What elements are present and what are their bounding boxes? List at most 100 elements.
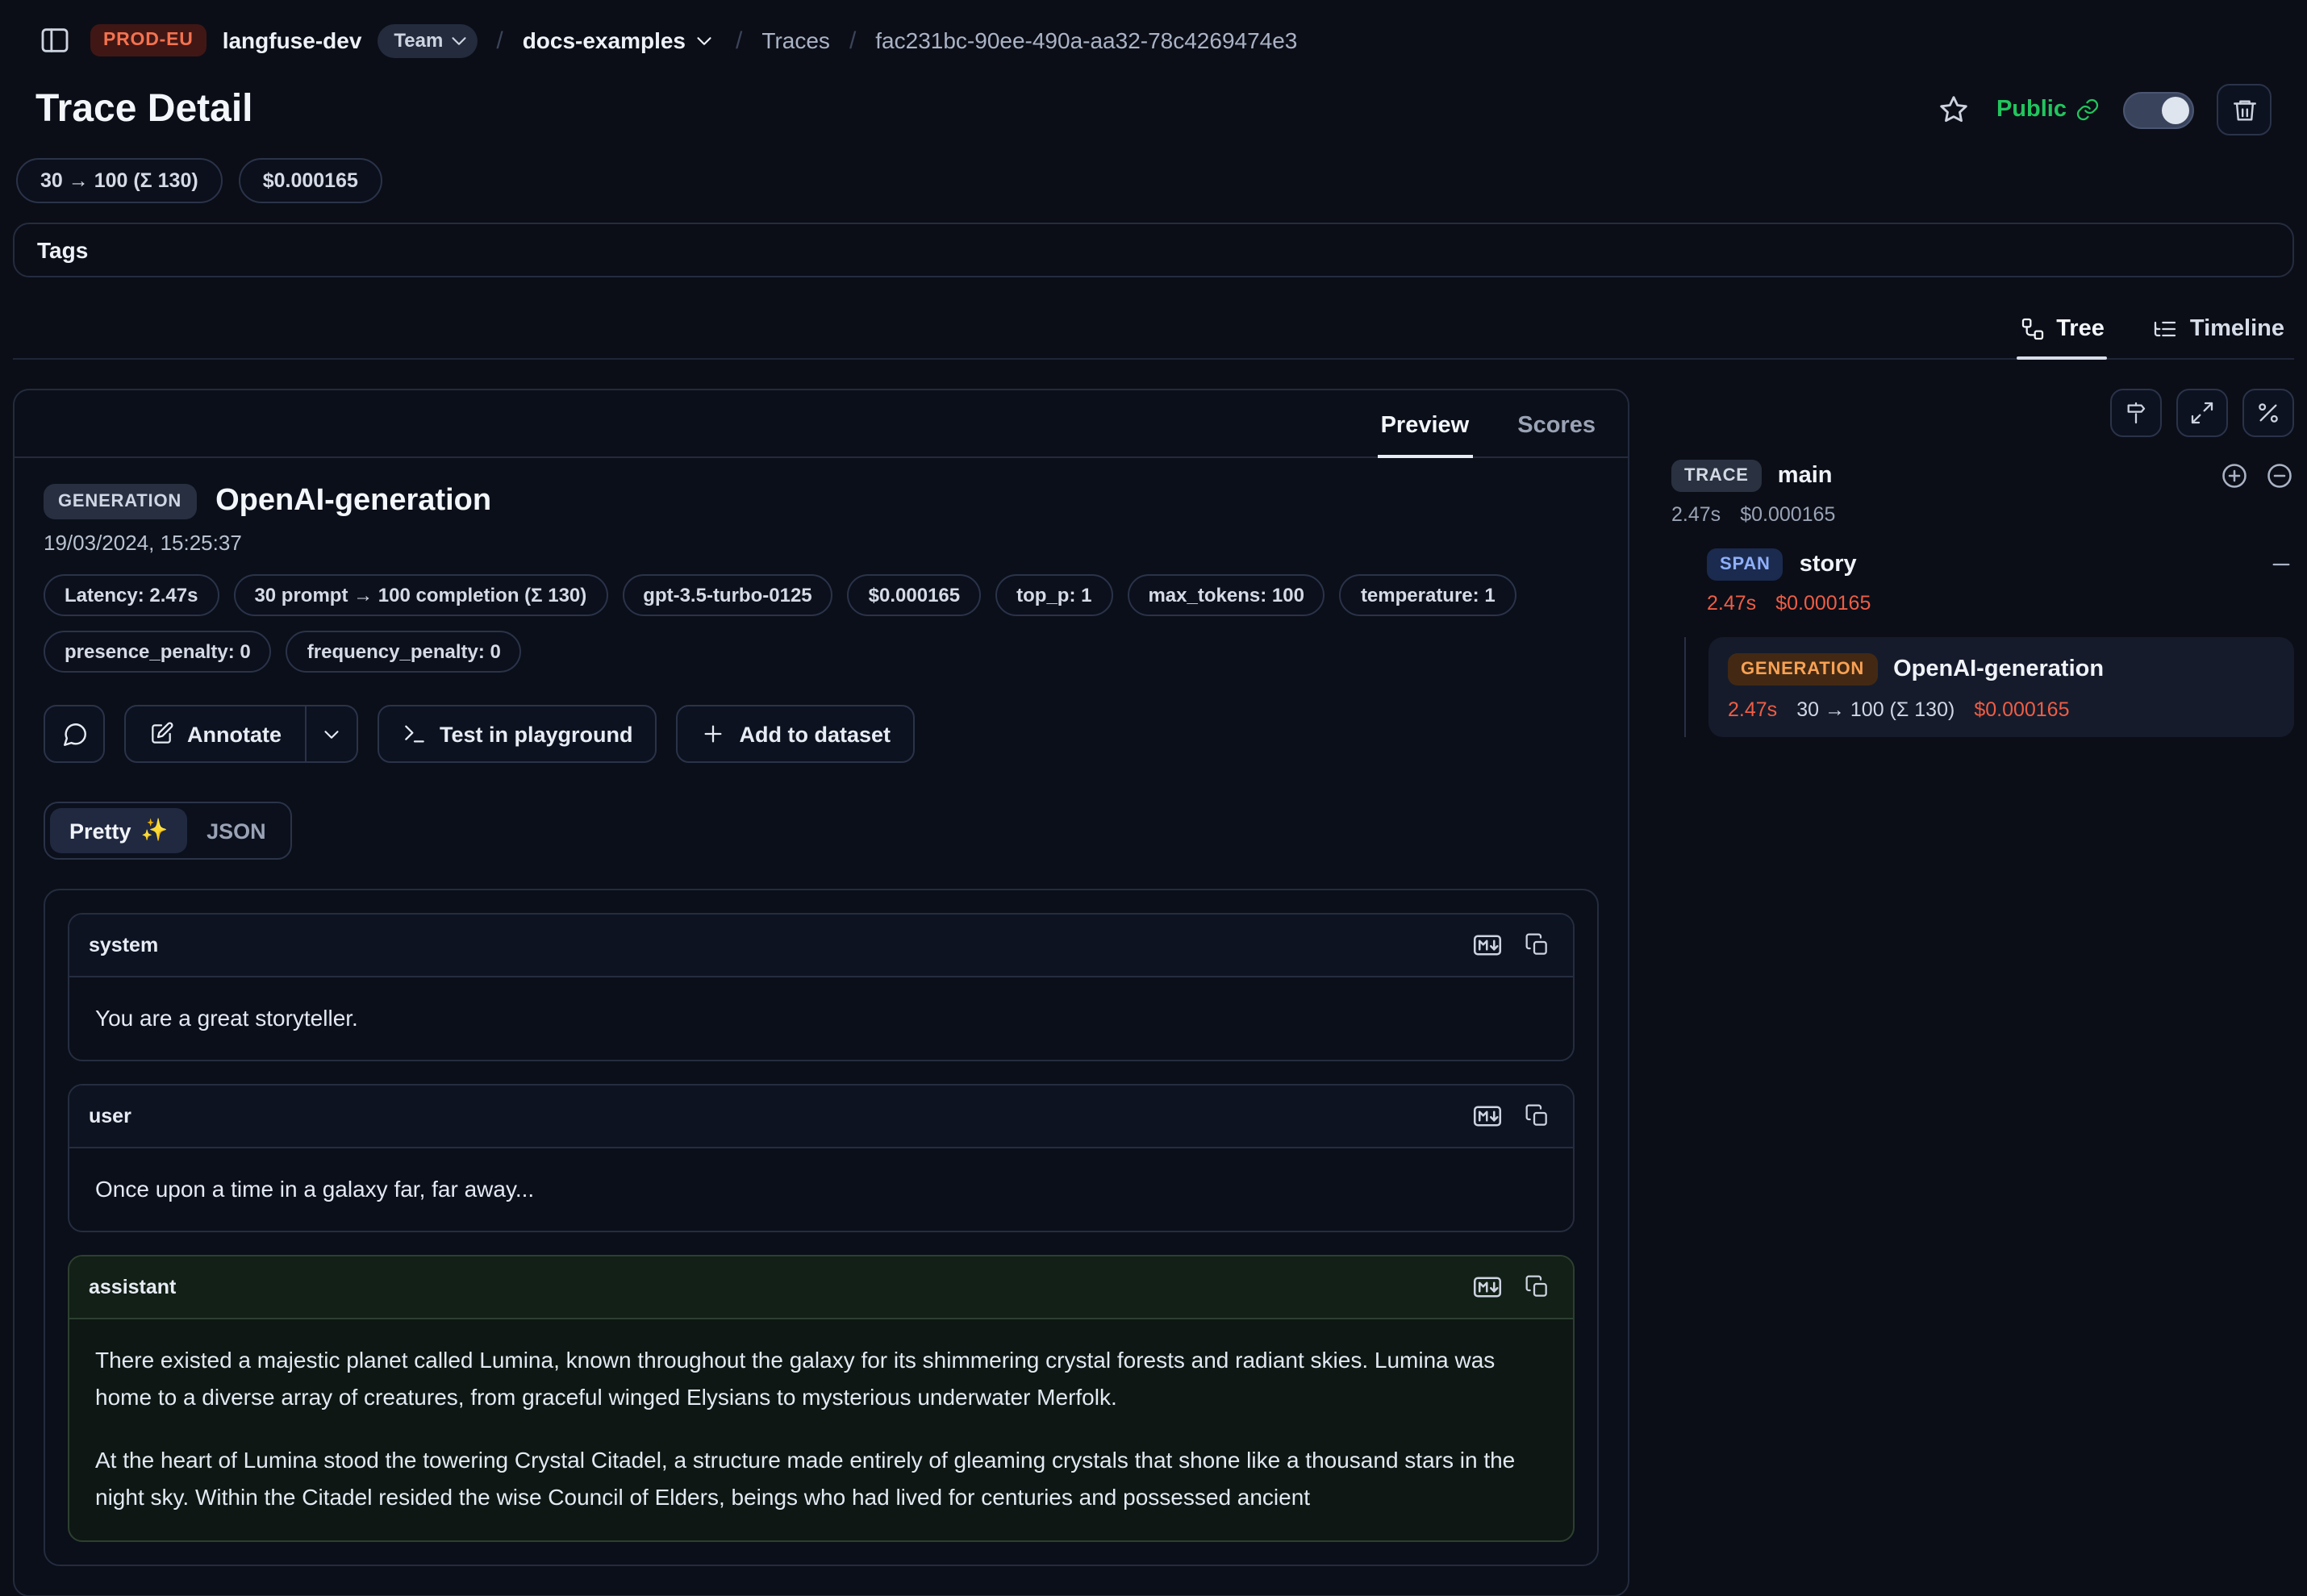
minus-icon [2268, 552, 2294, 577]
generation-metrics: 2.47s 30 → 100 (Σ 130) $0.000165 [1728, 698, 2275, 721]
meta-badge-latency: Latency: 2.47s [44, 574, 219, 616]
message-content: Once upon a time in a galaxy far, far aw… [69, 1148, 1573, 1231]
breadcrumb-separator [846, 27, 859, 54]
public-toggle[interactable] [2123, 91, 2194, 128]
cost-pill: $0.000165 [239, 158, 382, 203]
zoom-in-button[interactable] [2220, 461, 2249, 490]
delete-trace-button[interactable] [2217, 84, 2272, 135]
milestone-view-button[interactable] [2110, 389, 2162, 437]
trace-detail-page: PROD-EU langfuse-dev Team docs-examples … [0, 0, 2307, 1521]
copy-icon [1525, 1103, 1550, 1129]
message-assistant: assistant [68, 1255, 1575, 1541]
add-to-dataset-label: Add to dataset [740, 722, 891, 746]
meta-badge-tokens: 30 prompt → 100 completion (Σ 130) [233, 574, 607, 616]
page-header: Trace Detail Public [13, 71, 2294, 145]
expand-icon [2189, 400, 2215, 426]
sidebar-toggle-button[interactable] [35, 21, 74, 60]
collapse-node-button[interactable] [2268, 552, 2294, 577]
span-cost: $0.000165 [1775, 592, 1871, 615]
expand-all-button[interactable] [2176, 389, 2228, 437]
message-header: system [69, 915, 1573, 977]
message-header: assistant [69, 1256, 1573, 1319]
tab-timeline[interactable]: Timeline [2150, 310, 2288, 358]
trace-children: SPAN story 2.47s $0.000165 [1707, 548, 2294, 737]
message-user: user [68, 1084, 1575, 1232]
token-usage-pill: 30 → 100 (Σ 130) [16, 158, 223, 203]
project-switcher[interactable]: docs-examples [523, 27, 716, 53]
milestone-icon [2123, 400, 2149, 426]
percent-icon [2255, 400, 2281, 426]
viewport: PROD-EU langfuse-dev Team docs-examples … [0, 0, 2307, 1521]
generation-tokens: 30 → 100 (Σ 130) [1796, 698, 1954, 721]
public-label: Public [1996, 97, 2067, 123]
message-content: There existed a majestic planet called L… [69, 1319, 1573, 1540]
chevron-down-icon [692, 28, 716, 52]
span-badge: SPAN [1707, 548, 1783, 581]
terminal-icon [401, 721, 427, 747]
show-percentages-button[interactable] [2242, 389, 2294, 437]
markdown-toggle-button[interactable] [1470, 1269, 1505, 1305]
sparkles-icon: ✨ [141, 818, 169, 844]
trace-name: main [1778, 463, 1833, 489]
page-title: Trace Detail [35, 87, 253, 132]
public-link[interactable]: Public [1996, 97, 2100, 123]
annotate-button[interactable]: Annotate [124, 705, 306, 763]
messages-container: system [44, 889, 1599, 1565]
format-toggle: Pretty ✨ JSON [44, 802, 292, 860]
org-plan-badge[interactable]: Team [378, 23, 477, 57]
span-latency: 2.47s [1707, 592, 1756, 615]
toggle-knob [2162, 96, 2189, 123]
message-header: user [69, 1086, 1573, 1148]
span-metrics: 2.47s $0.000165 [1707, 592, 2294, 615]
plus-circle-icon [2220, 461, 2249, 490]
breadcrumb-separator [732, 27, 745, 54]
meta-badge-presence-penalty: presence_penalty: 0 [44, 631, 272, 673]
tree-node-trace[interactable]: TRACE main [1671, 460, 2294, 492]
markdown-toggle-button[interactable] [1470, 927, 1505, 963]
tags-editor[interactable]: Tags [13, 223, 2294, 277]
test-in-playground-button[interactable]: Test in playground [377, 705, 657, 763]
tree-node-span[interactable]: SPAN story [1707, 548, 2294, 581]
breadcrumb-traces-link[interactable]: Traces [761, 27, 830, 53]
header-actions: Public [1935, 84, 2272, 135]
add-to-dataset-button[interactable]: Add to dataset [677, 705, 916, 763]
tab-tree[interactable]: Tree [2016, 310, 2108, 358]
org-plan-label: Team [394, 29, 443, 52]
comments-button[interactable] [44, 705, 105, 763]
meta-badge-top-p: top_p: 1 [995, 574, 1112, 616]
copy-button[interactable] [1521, 929, 1554, 961]
copy-button[interactable] [1521, 1100, 1554, 1132]
generation-badge: GENERATION [1728, 653, 1877, 685]
message-content: You are a great storyteller. [69, 977, 1573, 1060]
zoom-out-button[interactable] [2265, 461, 2294, 490]
comment-icon [60, 720, 88, 748]
playground-label: Test in playground [440, 722, 633, 746]
trace-summary: 30 → 100 (Σ 130) $0.000165 [13, 145, 2294, 219]
tree-icon [2019, 316, 2045, 342]
message-system: system [68, 913, 1575, 1061]
project-name: docs-examples [523, 27, 686, 53]
tab-scores[interactable]: Scores [1514, 410, 1599, 456]
bookmark-star-button[interactable] [1935, 90, 1974, 129]
tree-node-generation-selected[interactable]: GENERATION OpenAI-generation 2.47s 30 → … [1708, 637, 2294, 737]
breadcrumb-org[interactable]: langfuse-dev [223, 27, 362, 53]
format-pretty-button[interactable]: Pretty ✨ [50, 808, 187, 853]
tab-tree-label: Tree [2056, 316, 2105, 342]
observation-type-badge: GENERATION [44, 484, 196, 519]
trace-tree-panel: TRACE main 2.47s [1671, 389, 2294, 737]
breadcrumb-trace-id: fac231bc-90ee-490a-aa32-78c4269474e3 [875, 27, 1297, 53]
meta-badge-max-tokens: max_tokens: 100 [1127, 574, 1325, 616]
format-json-button[interactable]: JSON [187, 808, 286, 853]
json-label: JSON [207, 819, 266, 843]
markdown-toggle-button[interactable] [1470, 1098, 1505, 1134]
breadcrumb: PROD-EU langfuse-dev Team docs-examples … [13, 0, 2294, 71]
observation-meta-badges-row1: Latency: 2.47s 30 prompt → 100 completio… [44, 574, 1599, 616]
span-name: story [1800, 552, 1857, 577]
tree-toolbar [1671, 389, 2294, 437]
markdown-icon [1473, 1102, 1502, 1131]
star-icon [1938, 94, 1971, 126]
tab-preview[interactable]: Preview [1378, 410, 1473, 456]
copy-button[interactable] [1521, 1271, 1554, 1303]
annotate-dropdown-button[interactable] [306, 705, 357, 763]
chevron-down-icon [319, 722, 343, 746]
